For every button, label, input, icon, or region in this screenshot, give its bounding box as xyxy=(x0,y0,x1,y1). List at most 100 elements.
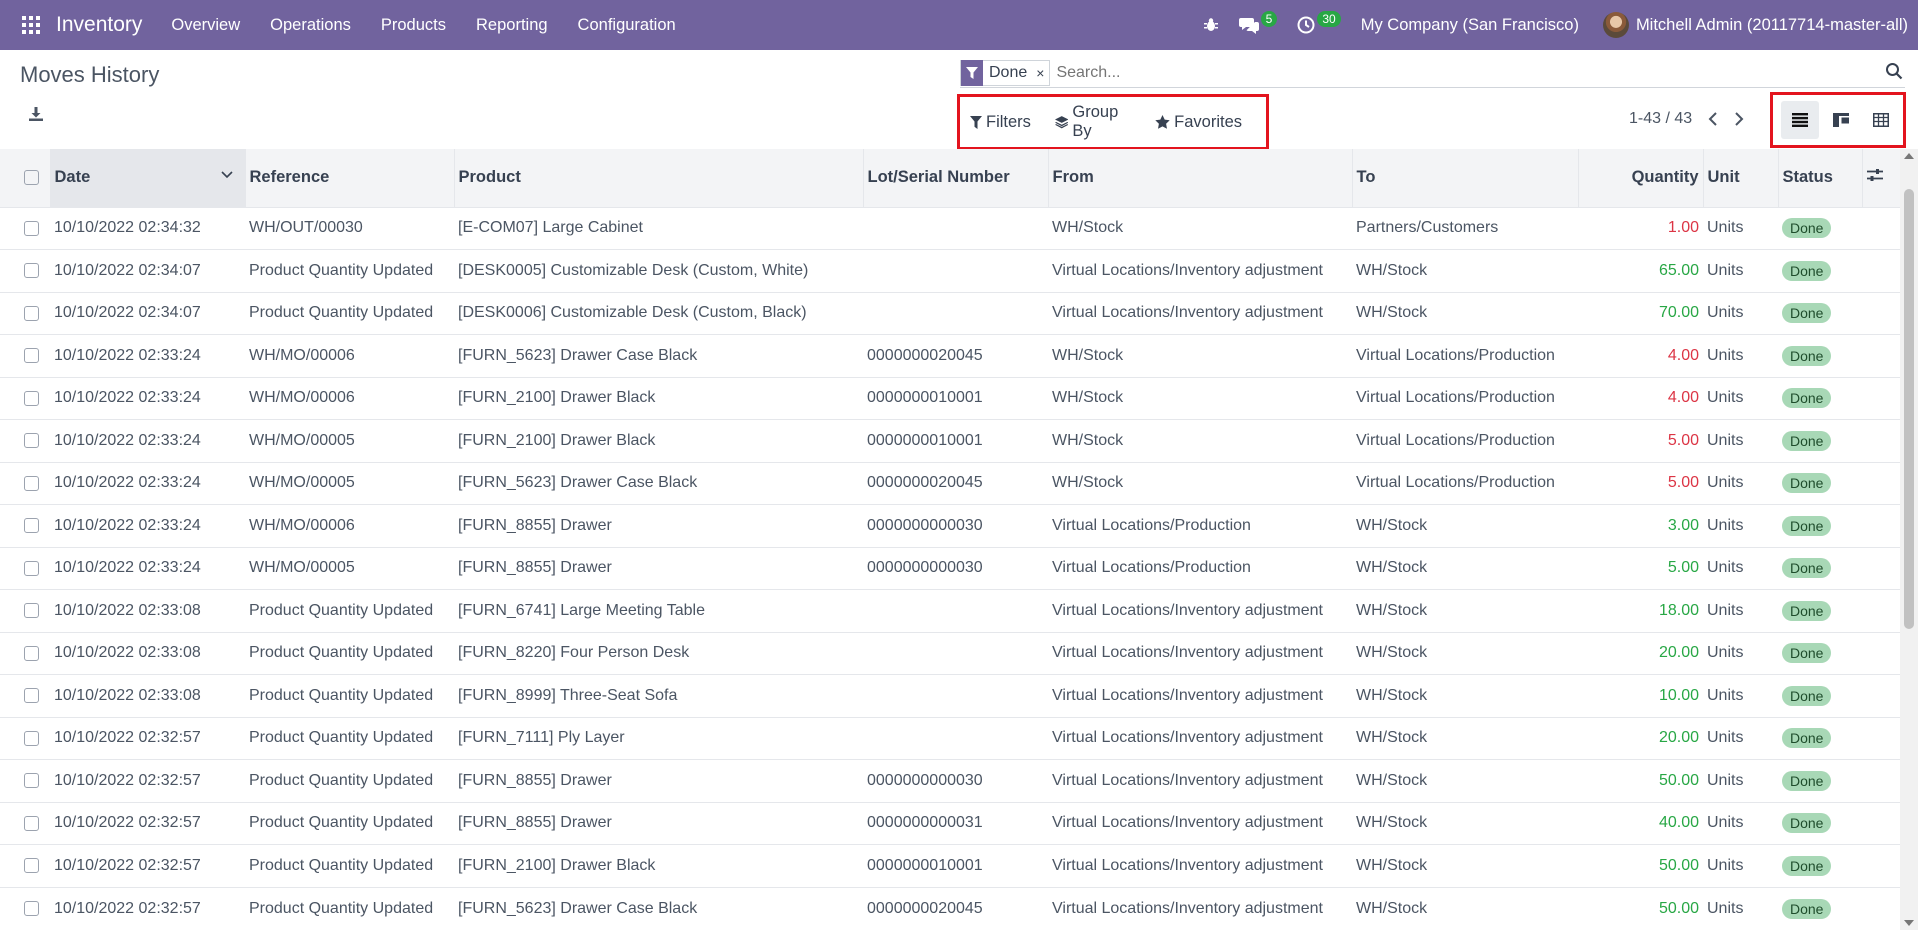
messages-chat-icon[interactable]: 5 xyxy=(1238,11,1278,34)
row-checkbox[interactable] xyxy=(24,730,39,746)
group-by-button[interactable]: Group By xyxy=(1054,103,1131,141)
column-from[interactable]: From xyxy=(1047,149,1352,207)
list-view-icon[interactable] xyxy=(1781,101,1819,139)
pager-value[interactable]: 1-43 / 43 xyxy=(1629,110,1692,128)
menu-overview[interactable]: Overview xyxy=(156,0,255,50)
table-row[interactable]: 10/10/2022 02:33:08 Product Quantity Upda… xyxy=(0,632,1900,675)
layers-icon xyxy=(1054,116,1069,129)
row-select-cell xyxy=(0,590,50,633)
row-checkbox[interactable] xyxy=(24,348,39,364)
scroll-up-arrow-icon[interactable] xyxy=(1904,153,1914,159)
column-unit[interactable]: Unit xyxy=(1702,149,1778,207)
row-checkbox[interactable] xyxy=(24,815,39,831)
row-checkbox[interactable] xyxy=(24,518,39,534)
to-cell: WH/Stock xyxy=(1356,814,1428,832)
product-cell: [FURN_2100] Drawer Black xyxy=(458,389,656,407)
table-row[interactable]: 10/10/2022 02:33:24 WH/MO/00005 [FURN_8855… xyxy=(0,547,1900,590)
debug-bug-icon[interactable] xyxy=(1203,17,1219,33)
row-checkbox[interactable] xyxy=(24,220,39,236)
scroll-thumb[interactable] xyxy=(1904,189,1914,629)
row-checkbox[interactable] xyxy=(24,263,39,279)
user-menu[interactable]: Mitchell Admin (20117714-master-all) xyxy=(1602,12,1908,38)
row-checkbox[interactable] xyxy=(24,688,39,704)
row-checkbox[interactable] xyxy=(24,773,39,789)
table-row[interactable]: 10/10/2022 02:32:57 Product Quantity Upda… xyxy=(0,887,1900,930)
scroll-down-arrow-icon[interactable] xyxy=(1904,920,1914,926)
table-row[interactable]: 10/10/2022 02:33:08 Product Quantity Upda… xyxy=(0,674,1900,718)
table-row[interactable]: 10/10/2022 02:33:24 WH/MO/00005 [FURN_5623… xyxy=(0,462,1900,505)
pager-next-icon[interactable] xyxy=(1734,112,1744,126)
row-select-cell xyxy=(0,377,50,420)
export-download-icon[interactable] xyxy=(28,106,50,128)
company-switcher[interactable]: My Company (San Francisco) xyxy=(1361,16,1579,35)
pivot-view-icon[interactable] xyxy=(1862,101,1900,139)
search-input[interactable] xyxy=(1056,59,1905,86)
optional-columns-sliders-icon[interactable] xyxy=(1866,168,1883,182)
row-checkbox[interactable] xyxy=(24,603,39,619)
row-checkbox[interactable] xyxy=(24,305,39,321)
lot-serial-cell xyxy=(863,675,1048,718)
select-all-checkbox[interactable] xyxy=(24,170,39,186)
to-cell: WH/Stock xyxy=(1356,559,1428,577)
row-checkbox[interactable] xyxy=(24,390,39,406)
status-cell: Done xyxy=(1778,505,1862,548)
search-icon[interactable] xyxy=(1885,62,1905,82)
filters-button[interactable]: Filters xyxy=(970,113,1031,132)
column-to[interactable]: To xyxy=(1351,149,1578,207)
facet-remove-icon[interactable]: × xyxy=(1031,65,1049,81)
product-cell: [FURN_8855] Drawer xyxy=(458,559,612,577)
row-select-cell xyxy=(0,845,50,888)
row-checkbox[interactable] xyxy=(24,433,39,449)
table-row[interactable]: 10/10/2022 02:32:57 Product Quantity Upda… xyxy=(0,717,1900,760)
table-row[interactable]: 10/10/2022 02:34:07 Product Quantity Upda… xyxy=(0,249,1900,293)
table-row[interactable]: 10/10/2022 02:32:57 Product Quantity Upda… xyxy=(0,802,1900,845)
main-menu: Overview Operations Products Reporting C… xyxy=(156,0,690,50)
favorites-button[interactable]: Favorites xyxy=(1155,113,1242,132)
menu-products[interactable]: Products xyxy=(366,0,461,50)
date-cell: 10/10/2022 02:33:24 xyxy=(54,389,201,407)
menu-operations[interactable]: Operations xyxy=(255,0,366,50)
row-checkbox[interactable] xyxy=(24,645,39,661)
reference-cell: WH/MO/00005 xyxy=(249,474,355,492)
table-row[interactable]: 10/10/2022 02:33:24 WH/MO/00005 [FURN_2100… xyxy=(0,419,1900,463)
from-cell: Virtual Locations/Inventory adjustment xyxy=(1052,729,1323,747)
unit-cell: Units xyxy=(1707,771,1744,789)
activities-clock-icon[interactable]: 30 xyxy=(1297,11,1341,34)
search-options-group: Filters Group By Favorites xyxy=(957,94,1269,150)
column-date[interactable]: Date xyxy=(49,149,245,207)
app-brand[interactable]: Inventory xyxy=(56,13,142,37)
row-checkbox[interactable] xyxy=(24,858,39,874)
column-date-label: Date xyxy=(54,168,91,187)
column-reference[interactable]: Reference xyxy=(244,149,454,207)
kanban-view-icon[interactable] xyxy=(1822,101,1860,139)
table-row[interactable]: 10/10/2022 02:33:24 WH/MO/00006 [FURN_8855… xyxy=(0,504,1900,548)
column-status[interactable]: Status xyxy=(1777,149,1862,207)
column-product[interactable]: Product xyxy=(453,149,863,207)
row-checkbox[interactable] xyxy=(24,901,39,916)
table-row[interactable]: 10/10/2022 02:33:24 WH/MO/00006 [FURN_5623… xyxy=(0,334,1900,378)
table-row[interactable]: 10/10/2022 02:34:07 Product Quantity Upda… xyxy=(0,292,1900,335)
reference-cell: Product Quantity Updated xyxy=(249,644,434,662)
table-row[interactable]: 10/10/2022 02:32:57 Product Quantity Upda… xyxy=(0,759,1900,803)
row-checkbox[interactable] xyxy=(24,560,39,576)
menu-reporting[interactable]: Reporting xyxy=(461,0,563,50)
pager-previous-icon[interactable] xyxy=(1708,112,1718,126)
row-extra-cell xyxy=(1862,335,1900,378)
user-name: Mitchell Admin (20117714-master-all) xyxy=(1635,15,1908,34)
table-row[interactable]: 10/10/2022 02:33:24 WH/MO/00006 [FURN_2100… xyxy=(0,377,1900,420)
from-cell: Virtual Locations/Inventory adjustment xyxy=(1052,644,1323,662)
status-cell: Done xyxy=(1778,845,1862,888)
table-row[interactable]: 10/10/2022 02:34:32 WH/OUT/00030 [E-COM07]… xyxy=(0,207,1900,250)
table-row[interactable]: 10/10/2022 02:32:57 Product Quantity Upda… xyxy=(0,844,1900,888)
menu-configuration[interactable]: Configuration xyxy=(563,0,691,50)
row-checkbox[interactable] xyxy=(24,475,39,491)
unit-cell: Units xyxy=(1707,431,1744,449)
row-extra-cell xyxy=(1862,207,1900,250)
column-lot-serial[interactable]: Lot/Serial Number xyxy=(862,149,1048,207)
from-cell: Virtual Locations/Inventory adjustment xyxy=(1052,304,1323,322)
table-row[interactable]: 10/10/2022 02:33:08 Product Quantity Upda… xyxy=(0,589,1900,633)
column-quantity[interactable]: Quantity xyxy=(1577,149,1703,207)
apps-menu-icon[interactable] xyxy=(22,16,40,34)
quantity-cell: 1.00 xyxy=(1667,219,1699,237)
table-scrollbar[interactable] xyxy=(1900,149,1918,930)
